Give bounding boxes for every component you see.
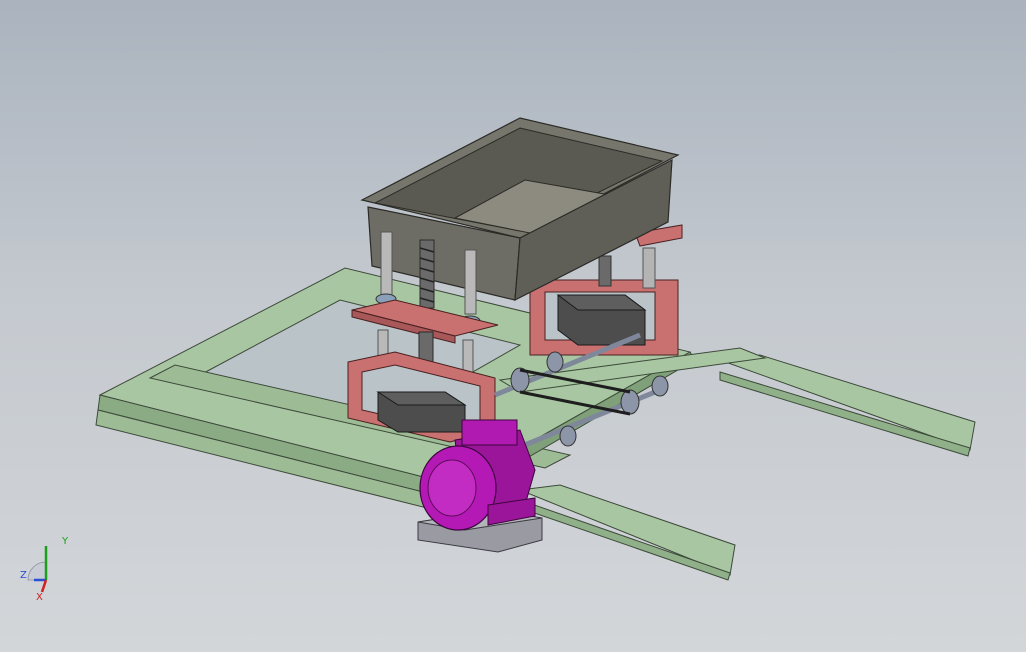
upper-bearing (546, 351, 564, 373)
rear-guide-rod (642, 247, 656, 289)
assembly-model[interactable] (0, 0, 1026, 652)
motor-end-cap (427, 459, 477, 517)
y-axis-label: Y (61, 536, 69, 547)
cad-viewport[interactable]: Y Z X (0, 0, 1026, 652)
front-upper-spring (419, 239, 435, 309)
orientation-triad[interactable]: Y Z X (18, 532, 78, 602)
motor-terminal-box (461, 419, 518, 446)
x-axis-label: X (36, 592, 43, 602)
hopper (360, 117, 680, 302)
front-bearing (559, 425, 577, 447)
triad-plane (27, 561, 47, 581)
z-axis-label: Z (20, 570, 27, 581)
x-axis-line (40, 579, 48, 593)
lower-pulley-right (620, 389, 640, 415)
frame-rail-front (518, 484, 736, 576)
front-guide-rod-left (380, 231, 393, 305)
front-guide-rod-right (464, 249, 477, 315)
lower-bearing (651, 375, 669, 397)
frame-rail-rear (719, 354, 976, 451)
rear-spring (598, 255, 612, 287)
